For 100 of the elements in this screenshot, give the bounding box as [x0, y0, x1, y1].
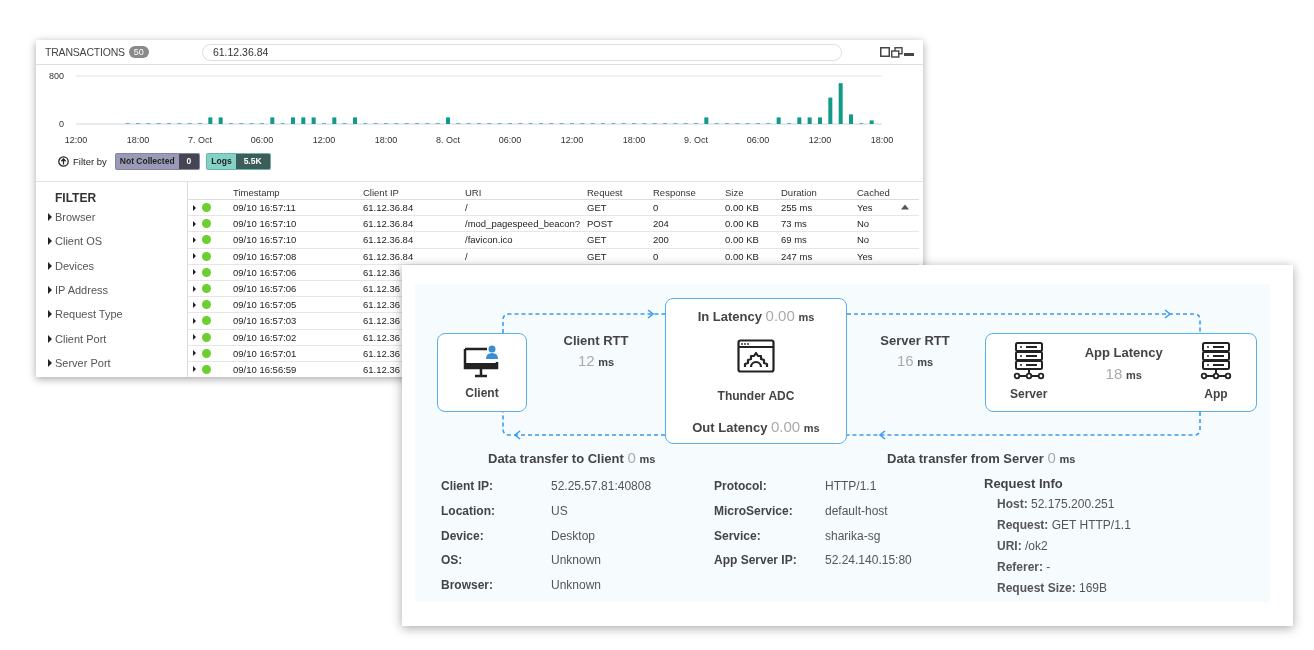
table-cell-text: 09/10 16:57:08: [232, 250, 298, 262]
table-cell-text: 09/10 16:57:10: [232, 218, 298, 230]
caret-icon[interactable]: [193, 220, 196, 227]
axis-tick-label: 18:00: [374, 135, 398, 145]
axis-tick-label: 12:00: [560, 135, 584, 145]
caret-icon[interactable]: [193, 350, 196, 357]
transfer-reading: Data transfer from Server 0 ms: [887, 449, 1076, 466]
table-cell-text: 73 ms: [780, 218, 808, 230]
table-cell-text: 61.12.36.84: [362, 234, 415, 246]
column-header[interactable]: Size: [722, 187, 778, 198]
column-header[interactable]: URI: [462, 187, 584, 198]
table-cell-text: 09/10 16:57:06: [232, 283, 298, 295]
scroll-up-button[interactable]: [901, 204, 909, 210]
bar: [818, 117, 822, 124]
node-label: Thunder ADC: [717, 388, 795, 403]
caret-icon[interactable]: [193, 317, 196, 324]
status-dot: [202, 203, 211, 213]
column-header[interactable]: Client IP: [360, 187, 462, 198]
node-label: Server: [1010, 387, 1048, 401]
field-value: sharika-sg: [825, 528, 882, 543]
axis-tick-label: 12:00: [312, 135, 336, 145]
table-cell-text: 0.00 KB: [724, 250, 760, 262]
caret-icon[interactable]: [48, 237, 52, 246]
filter-item[interactable]: Client Port: [55, 332, 107, 345]
table-cell-text: 09/10 16:57:11: [232, 202, 297, 214]
table-cell-text: /mod_pagespeed_beacon?: [464, 218, 582, 230]
bar: [828, 97, 833, 124]
request-field: Referer: -: [984, 557, 1131, 578]
search-field[interactable]: 61.12.36.84: [201, 43, 842, 61]
bar: [218, 117, 223, 124]
caret-icon[interactable]: [48, 310, 52, 319]
status-dot: [202, 348, 211, 358]
table-cell-text: 61.12.36: [362, 315, 401, 327]
server-rack-icon: [1200, 342, 1232, 380]
up-arrow-circle-icon[interactable]: [58, 155, 69, 167]
table-cell-text: /: [464, 250, 469, 262]
table-cell-text: 0.00 KB: [724, 234, 760, 246]
filter-item[interactable]: Request Type: [55, 308, 123, 321]
column-header[interactable]: Cached: [854, 187, 904, 198]
table-cell-text: 0.00 KB: [724, 202, 760, 214]
column-header[interactable]: Response: [650, 187, 722, 198]
maximize-icon[interactable]: [879, 47, 890, 57]
table-cell-text: 61.12.36.84: [362, 202, 415, 214]
filter-heading: FILTER: [54, 191, 98, 205]
table-cell-text: 61.12.36: [362, 331, 401, 343]
latency-reading: In Latency 0.00 ms: [697, 307, 815, 324]
field-label: Protocol:: [714, 479, 768, 494]
caret-icon[interactable]: [193, 366, 196, 373]
caret-icon[interactable]: [193, 269, 196, 276]
metric-value: 16 ms: [896, 352, 934, 369]
request-field: Request: GET HTTP/1.1: [984, 515, 1131, 536]
axis-tick-label: 06:00: [746, 135, 770, 145]
filter-chip[interactable]: Not Collected 0: [114, 152, 201, 170]
table-cell-text: 09/10 16:57:03: [232, 315, 298, 327]
chip-label: Not Collected: [118, 155, 176, 168]
filter-item[interactable]: Server Port: [55, 356, 111, 369]
caret-icon[interactable]: [193, 334, 196, 341]
caret-icon[interactable]: [48, 334, 52, 343]
status-dot: [202, 284, 211, 294]
chip-count: 5.5K: [235, 153, 270, 169]
caret-icon[interactable]: [193, 204, 196, 211]
axis-tick-label: 06:00: [250, 135, 274, 145]
caret-icon[interactable]: [48, 358, 52, 367]
chip-count: 0: [178, 153, 200, 169]
table-cell-text: /favicon.ico: [464, 234, 514, 246]
caret-icon[interactable]: [193, 236, 196, 243]
filter-chip[interactable]: Logs 5.5K: [206, 152, 271, 170]
axis-tick-label: 18:00: [870, 135, 894, 145]
field-value: 52.25.57.81:40808: [551, 479, 653, 494]
filter-item[interactable]: IP Address: [55, 284, 108, 297]
table-cell-text: 09/10 16:56:59: [232, 363, 298, 375]
caret-icon[interactable]: [48, 261, 52, 270]
request-field: URI: /ok2: [984, 536, 1131, 557]
metric-label: App Latency: [1084, 345, 1163, 360]
axis-tick-label: 7. Oct: [188, 135, 212, 145]
field-label: Client IP:: [441, 479, 494, 494]
bar: [301, 117, 306, 124]
axis-tick-label: 800: [48, 71, 64, 81]
column-header[interactable]: Request: [584, 187, 650, 198]
caret-icon[interactable]: [193, 285, 196, 292]
request-field: Host: 52.175.200.251: [984, 494, 1131, 515]
caret-icon[interactable]: [48, 286, 52, 295]
filter-item[interactable]: Browser: [55, 211, 96, 224]
table-cell-text: 61.12.36: [362, 266, 401, 278]
caret-icon[interactable]: [48, 213, 52, 222]
bar: [869, 120, 874, 124]
table-cell-text: 0: [652, 250, 660, 262]
caret-icon[interactable]: [193, 301, 196, 308]
filter-item[interactable]: Client OS: [55, 235, 103, 248]
restore-icon[interactable]: [890, 46, 903, 58]
window-gear-icon: [737, 339, 775, 374]
table-cell-text: 61.12.36: [362, 347, 401, 359]
filter-item[interactable]: Devices: [55, 259, 95, 272]
metric-value: 12 ms: [577, 352, 615, 369]
column-header[interactable]: Duration: [778, 187, 854, 198]
table-cell-text: No: [856, 218, 871, 230]
table-cell-text: 61.12.36: [362, 299, 401, 311]
caret-icon[interactable]: [193, 253, 196, 260]
field-label: Device:: [441, 528, 485, 543]
column-header[interactable]: Timestamp: [230, 187, 360, 198]
